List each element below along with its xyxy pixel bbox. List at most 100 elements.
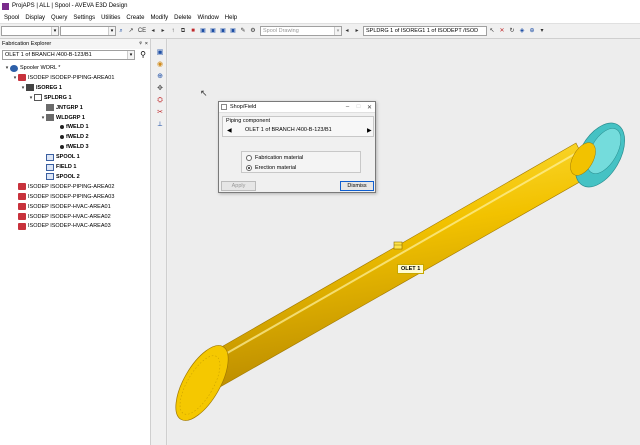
grp-icon: [46, 114, 54, 121]
tree-item[interactable]: ▾ ISODEP ISODEP-PIPING-AREA01: [12, 73, 114, 83]
menu-delete[interactable]: Delete: [174, 15, 191, 21]
next-drawing-icon[interactable]: ▸: [353, 27, 361, 36]
tree-item[interactable]: ISODEP ISODEP-HVAC-AREA03: [12, 221, 111, 231]
chevron-down-icon: ▾: [334, 27, 341, 35]
3d-viewport[interactable]: [168, 39, 640, 445]
spool-drawing-combo[interactable]: Spool Drawing ▾: [260, 26, 342, 36]
menu-modify[interactable]: Modify: [150, 15, 168, 21]
tree-item[interactable]: ▾ ISOREG 1: [20, 83, 62, 93]
toolbar-combo-2[interactable]: ▾: [60, 26, 116, 36]
navigate-icon[interactable]: ↗: [127, 27, 135, 36]
delete-icon[interactable]: ✕: [498, 27, 506, 36]
up-icon[interactable]: ↑: [169, 27, 177, 36]
dialog-title: Shop/Field: [230, 104, 257, 110]
forward-icon[interactable]: ▸: [159, 27, 167, 36]
weld-icon: [60, 125, 64, 130]
view-icon[interactable]: ◈: [518, 27, 526, 36]
tree-item[interactable]: ISODEP ISODEP-PIPING-AREA03: [12, 192, 114, 202]
tree-item[interactable]: ISODEP ISODEP-PIPING-AREA02: [12, 182, 114, 192]
tree-item-label: fWELD 2: [66, 134, 89, 141]
tree-item[interactable]: ISODEP ISODEP-HVAC-AREA01: [12, 202, 111, 212]
search-icon[interactable]: ⚲: [138, 50, 148, 60]
dialog-icon: [221, 104, 227, 110]
draw-4-icon[interactable]: ▣: [229, 27, 237, 36]
element-selector[interactable]: OLET 1 of BRANCH /400-B-123/B1 ▾: [2, 50, 135, 60]
next-component-icon[interactable]: ▶: [367, 127, 372, 134]
menu-help[interactable]: Help: [225, 15, 237, 21]
clip-icon[interactable]: ✂: [155, 108, 165, 117]
draw-icon[interactable]: ▣: [199, 27, 207, 36]
copy-icon[interactable]: ⧉: [179, 27, 187, 36]
tree-item[interactable]: fWELD 2: [52, 132, 89, 142]
dismiss-button[interactable]: Dismiss: [340, 181, 374, 191]
tree-item[interactable]: fWELD 1: [52, 122, 89, 132]
reg-icon: [26, 84, 34, 92]
draw-3-icon[interactable]: ▣: [219, 27, 227, 36]
weld-icon: [60, 135, 64, 140]
weld-icon: [60, 145, 64, 150]
tree-item-label: ISODEP ISODEP-PIPING-AREA03: [28, 193, 115, 200]
close-icon[interactable]: ✕: [364, 104, 375, 111]
tree-item-label: FIELD 1: [56, 164, 77, 170]
tree-item[interactable]: JNTGRP 1: [40, 103, 83, 113]
apply-button[interactable]: Apply: [221, 181, 256, 191]
globe-icon: [10, 64, 18, 72]
axes-icon[interactable]: ⟂: [155, 120, 165, 129]
menu-display[interactable]: Display: [25, 15, 45, 21]
tree-item[interactable]: SPOOL 1: [40, 152, 80, 162]
current-element-field[interactable]: SPLDRG 1 of ISOREG1 1 of ISODEPT /ISOD: [363, 26, 487, 36]
more-icon[interactable]: ▾: [538, 27, 546, 36]
pan-icon[interactable]: ✥: [155, 84, 165, 93]
menu-query[interactable]: Query: [51, 15, 67, 21]
menu-settings[interactable]: Settings: [73, 15, 95, 21]
shaded-icon[interactable]: ◉: [155, 60, 165, 69]
menu-spool[interactable]: Spool: [4, 15, 19, 21]
tree-item[interactable]: ▾ WLDGRP 1: [40, 113, 85, 123]
tree-item[interactable]: SPOOL 2: [40, 172, 80, 182]
tree-item[interactable]: FIELD 1: [40, 162, 76, 172]
menu-utilities[interactable]: Utilities: [101, 15, 120, 21]
back-icon[interactable]: ◂: [149, 27, 157, 36]
save-icon[interactable]: ■: [189, 27, 197, 36]
menu-create[interactable]: Create: [126, 15, 144, 21]
toolbar-combo-1[interactable]: ▾: [1, 26, 59, 36]
view-icon[interactable]: ▣: [155, 48, 165, 57]
view-tool-strip: ▣ ◉ ⊕ ✥ ⛭ ✂ ⟂: [153, 39, 167, 445]
tree-item[interactable]: fWELD 3: [52, 142, 89, 152]
pin-icon[interactable]: ᵠ: [139, 41, 141, 47]
tree-item-label: Spooler WORL *: [20, 65, 61, 71]
piping-component-label: Piping component: [226, 118, 271, 124]
draw-2-icon[interactable]: ▣: [209, 27, 217, 36]
db-icon: [18, 222, 26, 230]
tree-item-label: SPOOL 1: [56, 154, 80, 161]
fabrication-radio[interactable]: [246, 155, 252, 161]
ce-button[interactable]: CE: [137, 27, 147, 36]
zoom-icon[interactable]: ⊕: [155, 72, 165, 81]
close-icon[interactable]: ×: [145, 41, 148, 47]
zoom-icon[interactable]: ⊕: [528, 27, 536, 36]
app-icon: [2, 2, 9, 10]
fabrication-material-option[interactable]: Fabrication material: [246, 155, 303, 161]
prev-drawing-icon[interactable]: ◂: [343, 27, 351, 36]
settings-icon[interactable]: ⚙: [249, 27, 257, 36]
dialog-title-bar: Shop/Field – □ ✕: [219, 102, 375, 113]
minimize-icon[interactable]: –: [342, 104, 353, 110]
grp-icon: [46, 104, 54, 112]
tool-icon[interactable]: ✎: [239, 27, 247, 36]
tree-item[interactable]: ISODEP ISODEP-HVAC-AREA02: [12, 212, 111, 222]
erection-material-option[interactable]: Erection material: [246, 165, 296, 171]
menu-window[interactable]: Window: [197, 15, 218, 21]
walk-icon[interactable]: ⛭: [155, 96, 165, 105]
title-bar: ProjAPS | ALL | Spool - AVEVA E3D Design: [0, 0, 640, 12]
erection-radio[interactable]: [246, 165, 252, 171]
explorer-header: Fabrication Explorer ᵠ ×: [0, 39, 150, 49]
pointer-icon[interactable]: ↖: [488, 27, 496, 36]
tree-item[interactable]: ▾ SPLDRG 1: [28, 93, 72, 103]
binoculars-icon[interactable]: ⌕: [117, 27, 125, 36]
tree-item[interactable]: ▾ Spooler WORL *: [4, 63, 60, 73]
tree-item-label: ISODEP ISODEP-HVAC-AREA02: [28, 213, 111, 220]
refresh-icon[interactable]: ↻: [508, 27, 516, 36]
previous-component-icon[interactable]: ◀: [227, 127, 232, 134]
tree-item-label: fWELD 1: [66, 124, 89, 131]
olet-fitting[interactable]: [393, 241, 403, 250]
